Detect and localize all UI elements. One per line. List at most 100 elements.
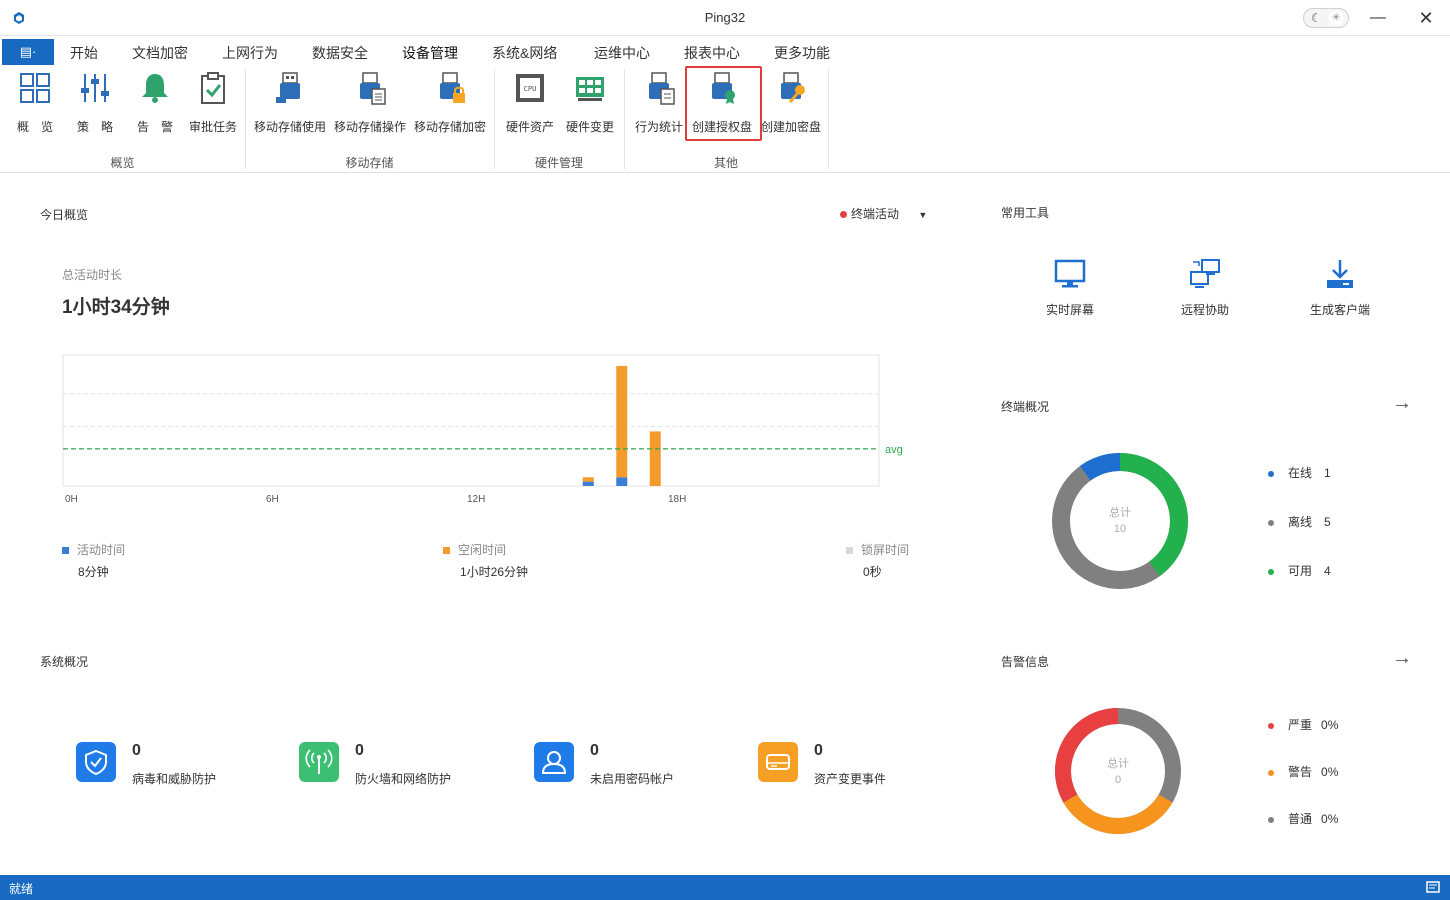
bell-icon (142, 74, 168, 103)
online-label: 在线 (1288, 466, 1313, 480)
firewall-box (299, 742, 339, 782)
terminal-overview-title: 终端概况 (1001, 400, 1050, 414)
terminal-more-arrow-icon[interactable]: → (1392, 392, 1412, 415)
alert-normal-item: 普通 0% (1268, 810, 1338, 827)
sun-icon: ☀ (1328, 11, 1344, 25)
tab-internet-behavior[interactable]: 上网行为 (222, 43, 278, 65)
virus-box (76, 742, 116, 782)
realtime-screen-tool[interactable]: 实时屏幕 (1025, 258, 1115, 318)
terminal-total-value: 10 (1114, 523, 1126, 535)
hardware-change-button[interactable]: 硬件变更 (563, 71, 617, 135)
grid-icon (20, 73, 50, 103)
alert-severe-item: 严重 0% (1268, 716, 1338, 733)
alert-total-value: 0 (1115, 774, 1121, 786)
asset-box (758, 742, 798, 782)
moon-icon: ☾ (1311, 11, 1322, 25)
file-menu-button[interactable]: ▤· (2, 39, 54, 65)
red-dot-icon (840, 211, 847, 219)
storage-operation-button[interactable]: 移动存储操作 (332, 71, 408, 135)
total-activity-value: 1小时34分钟 (62, 297, 170, 318)
terminal-available-item: 可用 4 (1268, 562, 1331, 579)
title-bar: Ping32 ☾ ☀ — ✕ (0, 0, 1450, 36)
minimize-button[interactable]: — (1363, 6, 1393, 30)
storage-operation-label: 移动存储操作 (333, 120, 406, 134)
storage-usage-button[interactable]: 移动存储使用 (252, 71, 328, 135)
hardware-asset-button[interactable]: CPU 硬件资产 (503, 71, 557, 135)
tab-more-features[interactable]: 更多功能 (774, 43, 830, 65)
generate-client-tool[interactable]: 生成客户端 (1295, 258, 1385, 318)
shield-icon (85, 749, 107, 776)
normal-value: 0% (1321, 812, 1339, 826)
legend-square-icon (62, 547, 69, 555)
tab-document-encryption[interactable]: 文档加密 (132, 43, 188, 65)
chart-x-tick-label: 12H (467, 494, 485, 505)
theme-toggle[interactable]: ☾ ☀ (1303, 8, 1349, 28)
virus-count: 0 (132, 742, 141, 759)
alert-more-arrow-icon[interactable]: → (1392, 647, 1412, 670)
ribbon-separator (828, 69, 829, 169)
terminal-online-item: 在线 1 (1268, 464, 1331, 481)
message-icon[interactable] (1426, 881, 1440, 893)
tab-data-security[interactable]: 数据安全 (312, 43, 368, 65)
policy-button[interactable]: 策 略 (74, 71, 116, 135)
alert-donut-chart: 总计 0 (1055, 708, 1181, 834)
close-button[interactable]: ✕ (1411, 6, 1441, 30)
normal-dot-icon (1268, 816, 1274, 823)
usb-icon (276, 72, 300, 103)
usb-key-icon (781, 72, 805, 103)
create-encrypted-disk-button[interactable]: 创建加密盘 (760, 71, 822, 135)
status-text: 就绪 (9, 882, 34, 896)
password-box (534, 742, 574, 782)
today-overview-title: 今日概览 (40, 208, 89, 222)
legend-activity-label: 活动时间 (77, 543, 126, 557)
legend-lock-value: 0秒 (863, 565, 882, 579)
chevron-down-icon: ▼ (918, 210, 928, 220)
group-label-other: 其他 (713, 156, 738, 170)
behavior-stats-button[interactable]: 行为统计 (632, 71, 686, 135)
realtime-screen-label: 实时屏幕 (1045, 303, 1094, 317)
user-icon (541, 751, 567, 774)
alert-info-title: 告警信息 (1001, 655, 1050, 669)
storage-encryption-button[interactable]: 移动存储加密 (412, 71, 488, 135)
terminal-activity-dropdown[interactable]: 终端活动 ▼ (840, 205, 927, 222)
hardware-change-icon (576, 77, 604, 101)
firewall-label: 防火墙和网络防护 (355, 772, 452, 786)
terminal-activity-label: 终端活动 (851, 207, 900, 221)
asset-label: 资产变更事件 (814, 772, 887, 786)
usb-lock-icon (440, 72, 465, 103)
tab-device-management[interactable]: 设备管理 (402, 43, 458, 67)
legend-idle-label: 空闲时间 (458, 543, 507, 557)
online-dot-icon (1268, 470, 1274, 477)
tab-report-center[interactable]: 报表中心 (684, 43, 740, 65)
legend-square-icon (443, 547, 450, 555)
highlight-box (685, 66, 762, 141)
overview-button[interactable]: 概 览 (14, 71, 56, 135)
drive-icon (766, 754, 790, 770)
activity-chart: avg 0H 6H 12H 18H (62, 354, 903, 505)
hardware-change-label: 硬件变更 (565, 120, 614, 134)
monitor-icon (1054, 259, 1086, 288)
alarm-button[interactable]: 告 警 (134, 71, 176, 135)
warning-label: 警告 (1288, 765, 1313, 779)
chart-x-tick-label: 18H (668, 494, 686, 505)
chart-bar (582, 481, 594, 486)
chart-avg-label: avg (885, 444, 903, 456)
tab-ops-center[interactable]: 运维中心 (594, 43, 650, 65)
password-label: 未启用密码帐户 (590, 772, 675, 786)
offline-dot-icon (1268, 519, 1274, 526)
group-label-hardware: 硬件管理 (534, 156, 583, 170)
status-bar: 就绪 (0, 875, 1450, 900)
password-count: 0 (590, 742, 599, 759)
group-label-overview: 概览 (110, 156, 135, 170)
offline-value: 5 (1324, 515, 1331, 529)
approval-task-button[interactable]: 审批任务 (186, 71, 240, 135)
tab-system-network[interactable]: 系统&网络 (492, 43, 557, 65)
chart-bar (616, 477, 628, 486)
chart-x-tick-label: 6H (266, 494, 279, 505)
total-activity-label: 总活动时长 (62, 268, 123, 282)
chart-bar (582, 477, 594, 482)
available-dot-icon (1268, 568, 1274, 575)
tab-start[interactable]: 开始 (70, 43, 98, 65)
storage-encryption-label: 移动存储加密 (413, 120, 486, 134)
remote-assist-tool[interactable]: 远程协助 (1160, 258, 1250, 318)
